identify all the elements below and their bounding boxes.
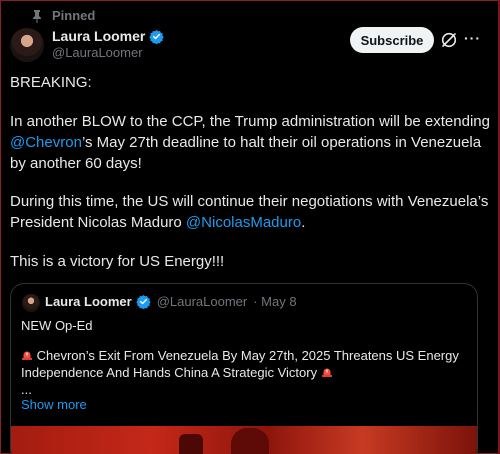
quote-media-image[interactable] <box>11 426 477 454</box>
alarm-icon <box>22 351 32 360</box>
pinned-label: Pinned <box>52 8 96 23</box>
post-text: In another BLOW to the CCP, the Trump ad… <box>10 113 490 130</box>
quote-author-handle: @LauraLoomer <box>156 294 248 309</box>
pin-icon <box>33 9 41 23</box>
quote-line-oped: NEW Op-Ed <box>21 318 93 333</box>
media-figure <box>179 434 203 454</box>
verified-badge-icon <box>136 294 151 309</box>
author-name[interactable]: Laura Loomer <box>52 28 145 44</box>
avatar[interactable] <box>10 28 44 62</box>
post-line-breaking: BREAKING: <box>10 74 92 91</box>
show-more-link[interactable]: Show more <box>21 397 87 412</box>
quoted-post[interactable]: Laura Loomer @LauraLoomer · May 8 NEW Op… <box>10 283 478 454</box>
more-icon[interactable]: ··· <box>464 31 480 47</box>
alarm-icon <box>321 368 332 377</box>
maduro-mention-link[interactable]: @NicolasMaduro <box>186 214 301 231</box>
quote-ellipsis: ... <box>21 382 32 397</box>
quote-avatar <box>22 294 40 312</box>
subscribe-button[interactable]: Subscribe <box>350 27 434 53</box>
quote-headline: Chevron’s Exit From Venezuela By May 27t… <box>21 347 471 381</box>
quote-date: · May 8 <box>253 294 297 309</box>
chevron-mention-link[interactable]: @Chevron <box>10 134 82 151</box>
media-figure <box>231 428 269 454</box>
post-paragraph-3: During this time, the US will continue t… <box>10 191 490 233</box>
post-paragraph-4: This is a victory for US Energy!!! <box>10 253 225 270</box>
author-handle[interactable]: @LauraLoomer <box>52 45 143 60</box>
quote-author-name: Laura Loomer <box>45 294 132 309</box>
verified-badge-icon <box>149 29 165 44</box>
pinned-indicator: Pinned <box>30 8 95 23</box>
quote-headline-text: Chevron’s Exit From Venezuela By May 27t… <box>21 348 459 380</box>
post-text: . <box>301 214 306 231</box>
post-paragraph-2: In another BLOW to the CCP, the Trump ad… <box>10 111 490 174</box>
grok-icon[interactable] <box>440 31 458 49</box>
author-name-row[interactable]: Laura Loomer <box>52 28 165 44</box>
quote-header: Laura Loomer @LauraLoomer · May 8 <box>45 294 297 309</box>
